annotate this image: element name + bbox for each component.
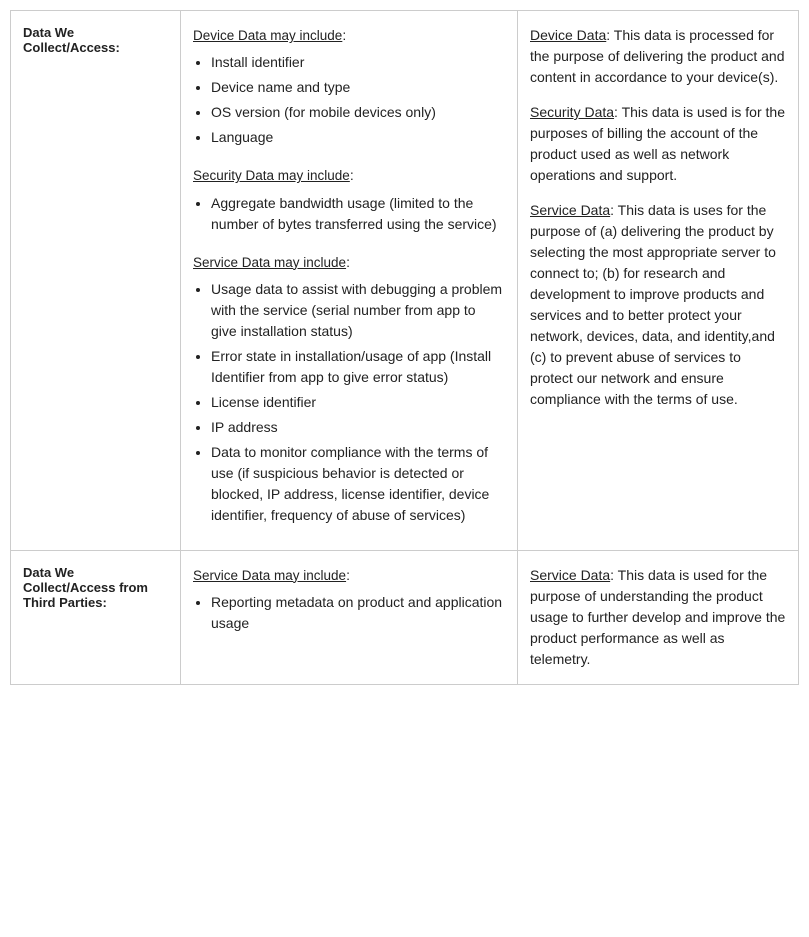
service-purpose-text: : This data is uses for the purpose of (… — [530, 202, 776, 407]
label-text: Data We Collect/Access from Third Partie… — [23, 565, 148, 610]
service-data2-colon: : — [346, 567, 350, 583]
security-purpose-para: Security Data: This data is used is for … — [530, 102, 786, 186]
list-item: Device name and type — [211, 77, 505, 98]
security-data-list: Aggregate bandwidth usage (limited to th… — [211, 193, 505, 235]
label-text: Data We Collect/Access: — [23, 25, 120, 55]
device-data-list: Install identifier Device name and type … — [211, 52, 505, 148]
list-item: OS version (for mobile devices only) — [211, 102, 505, 123]
security-purpose-term: Security Data — [530, 104, 614, 120]
list-item: Data to monitor compliance with the term… — [211, 442, 505, 526]
service-purpose2-para: Service Data: This data is used for the … — [530, 565, 786, 670]
row2-purpose: Service Data: This data is used for the … — [518, 551, 798, 684]
service-purpose2-term: Service Data — [530, 567, 610, 583]
service-purpose-para: Service Data: This data is uses for the … — [530, 200, 786, 410]
service-purpose-term: Service Data — [530, 202, 610, 218]
device-data-title: Device Data may include — [193, 26, 342, 46]
list-item: Install identifier — [211, 52, 505, 73]
row1-data: Device Data may include: Install identif… — [181, 11, 518, 550]
device-purpose-para: Device Data: This data is processed for … — [530, 25, 786, 88]
service-data-colon: : — [346, 254, 350, 270]
service-data-title: Service Data may include — [193, 253, 346, 273]
row1-purpose: Device Data: This data is processed for … — [518, 11, 798, 550]
list-item: IP address — [211, 417, 505, 438]
service-data-list: Usage data to assist with debugging a pr… — [211, 279, 505, 526]
row2-label: Data We Collect/Access from Third Partie… — [11, 551, 181, 684]
list-item: License identifier — [211, 392, 505, 413]
device-data-colon: : — [342, 27, 346, 43]
security-data-title: Security Data may include — [193, 166, 350, 186]
security-data-colon: : — [350, 167, 354, 183]
service-data2-title: Service Data may include — [193, 566, 346, 586]
list-item: Reporting metadata on product and applic… — [211, 592, 505, 634]
list-item: Aggregate bandwidth usage (limited to th… — [211, 193, 505, 235]
privacy-table: Data We Collect/Access: Device Data may … — [10, 10, 799, 685]
row2-data: Service Data may include: Reporting meta… — [181, 551, 518, 684]
table-row: Data We Collect/Access from Third Partie… — [11, 551, 798, 684]
table-row: Data We Collect/Access: Device Data may … — [11, 11, 798, 551]
list-item: Language — [211, 127, 505, 148]
list-item: Usage data to assist with debugging a pr… — [211, 279, 505, 342]
device-purpose-term: Device Data — [530, 27, 606, 43]
service-data2-list: Reporting metadata on product and applic… — [211, 592, 505, 634]
row1-label: Data We Collect/Access: — [11, 11, 181, 550]
list-item: Error state in installation/usage of app… — [211, 346, 505, 388]
